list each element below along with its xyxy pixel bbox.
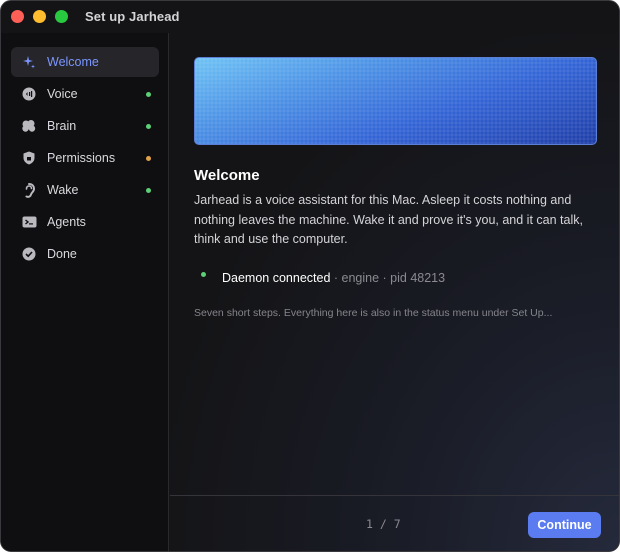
setup-window: Set up Jarhead Welcome Voice Brain Permi… <box>0 0 620 552</box>
sidebar-item-label: Voice <box>47 87 78 101</box>
status-dot <box>146 188 151 193</box>
zoom-window-button[interactable] <box>55 10 68 23</box>
hint-text: Seven short steps. Everything here is al… <box>194 307 553 319</box>
main-content: Welcome Jarhead is a voice assistant for… <box>170 33 619 551</box>
daemon-status: Daemon connected · engine · pid 48213 <box>201 271 501 287</box>
sparkle-icon <box>21 54 37 70</box>
status-label: Daemon connected <box>222 271 331 285</box>
sidebar-item-label: Wake <box>47 183 79 197</box>
status-dot <box>146 92 151 97</box>
terminal-icon <box>21 214 37 230</box>
status-dot <box>201 272 206 277</box>
hero-banner <box>194 57 597 145</box>
status-meta: · engine · pid 48213 <box>330 271 446 285</box>
page-description: Jarhead is a voice assistant for this Ma… <box>194 193 583 246</box>
title-bar: Set up Jarhead <box>1 1 619 33</box>
sidebar-item-done[interactable]: Done <box>11 239 159 269</box>
status-text: Daemon connected · engine · pid 48213 <box>222 271 445 285</box>
shield-icon <box>21 150 37 166</box>
continue-button[interactable]: Continue <box>528 512 601 538</box>
checkmark-icon <box>21 246 37 262</box>
sidebar-item-label: Permissions <box>47 151 116 165</box>
sidebar-item-permissions[interactable]: Permissions <box>11 143 159 173</box>
footer-divider <box>170 495 619 496</box>
sidebar: Welcome Voice Brain Permissions Wake Age… <box>1 33 169 551</box>
page-title: Welcome <box>194 167 260 184</box>
status-dot <box>146 124 151 129</box>
sidebar-item-welcome[interactable]: Welcome <box>11 47 159 77</box>
brain-icon <box>21 118 37 134</box>
status-dot <box>146 156 151 161</box>
sidebar-item-label: Welcome <box>47 55 99 69</box>
page-indicator: 1 / 7 <box>366 517 401 531</box>
sidebar-item-label: Done <box>47 247 77 261</box>
voice-icon <box>21 86 37 102</box>
sidebar-item-label: Brain <box>47 119 77 133</box>
sidebar-item-wake[interactable]: Wake <box>11 175 159 205</box>
sidebar-item-label: Agents <box>47 215 86 229</box>
close-window-button[interactable] <box>11 10 24 23</box>
window-title: Set up Jarhead <box>85 9 180 24</box>
ear-icon <box>21 182 37 198</box>
sidebar-item-brain[interactable]: Brain <box>11 111 159 141</box>
sidebar-item-voice[interactable]: Voice <box>11 79 159 109</box>
sidebar-item-agents[interactable]: Agents <box>11 207 159 237</box>
minimize-window-button[interactable] <box>33 10 46 23</box>
